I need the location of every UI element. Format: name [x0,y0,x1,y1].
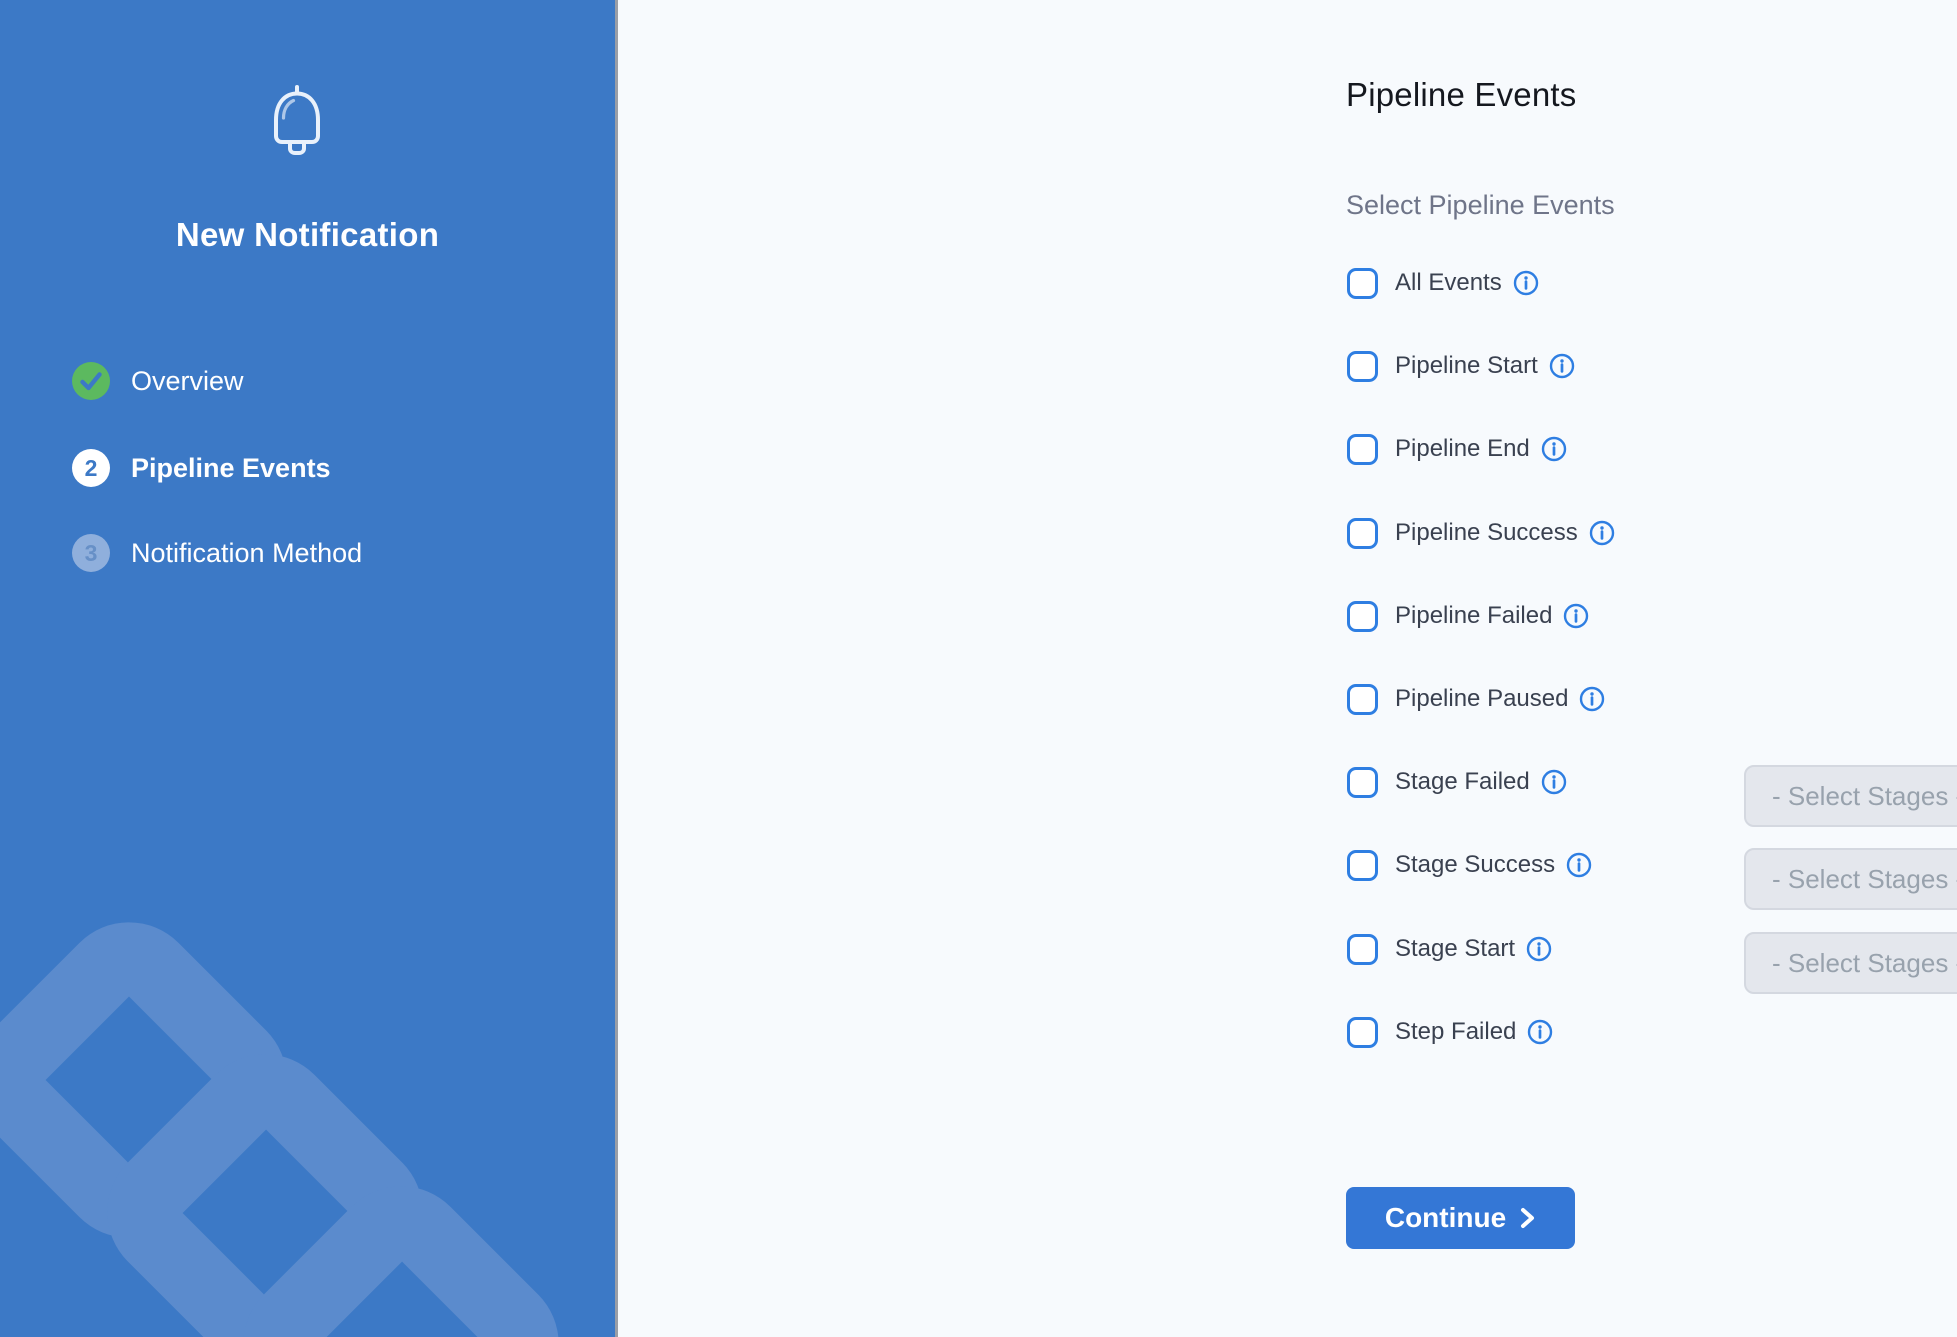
step-notification-method[interactable]: 3 Notification Method [72,534,362,572]
event-label: Stage Failed [1395,768,1530,796]
stage-start-info-icon[interactable] [1526,936,1552,962]
event-row-all-events: All Events [1347,267,1539,299]
info-icon [1566,852,1592,878]
sidebar: New Notification Overview2Pipeline Event… [0,0,615,1337]
event-row-stage-failed: Stage Failed [1347,766,1567,798]
info-icon [1589,520,1615,546]
chevron-right-icon [1519,1206,1536,1230]
event-label: Pipeline Start [1395,352,1538,380]
event-row-pipeline-start: Pipeline Start [1347,350,1575,382]
info-icon [1526,936,1552,962]
stage-failed-info-icon[interactable] [1541,769,1567,795]
step-overview[interactable]: Overview [72,362,244,400]
info-icon [1527,1019,1553,1045]
event-label: All Events [1395,269,1502,297]
info-icon [1541,769,1567,795]
stage-failed-select-stages-dropdown[interactable]: - Select Stages - [1744,765,1957,827]
new-notification-modal: New Notification Overview2Pipeline Event… [0,0,1957,1337]
section-subtitle: Select Pipeline Events [1346,190,1615,221]
step-done-badge [72,362,110,400]
info-icon [1579,686,1605,712]
pipeline-success-checkbox[interactable] [1347,518,1378,549]
event-label: Stage Success [1395,851,1555,879]
info-icon [1513,270,1539,296]
stage-failed-checkbox[interactable] [1347,767,1378,798]
step-label: Notification Method [131,538,362,569]
page-title: Pipeline Events [1346,76,1576,114]
continue-label: Continue [1385,1202,1506,1234]
pipeline-success-info-icon[interactable] [1589,520,1615,546]
info-icon [1563,603,1589,629]
event-row-pipeline-end: Pipeline End [1347,433,1567,465]
event-row-pipeline-failed: Pipeline Failed [1347,600,1589,632]
pipeline-failed-checkbox[interactable] [1347,601,1378,632]
stage-success-info-icon[interactable] [1566,852,1592,878]
event-label: Pipeline Failed [1395,602,1552,630]
step-pipeline-events[interactable]: 2 Pipeline Events [72,449,331,487]
stage-success-select-stages-dropdown[interactable]: - Select Stages - [1744,848,1957,910]
event-row-step-failed: Step Failed [1347,1016,1553,1048]
event-label: Pipeline Paused [1395,685,1568,713]
check-icon [79,371,103,392]
step-failed-checkbox[interactable] [1347,1017,1378,1048]
content-panel: Pipeline Events Select Pipeline Events A… [618,0,1957,1337]
event-label: Step Failed [1395,1018,1516,1046]
step-label: Overview [131,366,244,397]
info-icon [1541,436,1567,462]
pipeline-paused-checkbox[interactable] [1347,684,1378,715]
stage-start-checkbox[interactable] [1347,934,1378,965]
continue-button[interactable]: Continue [1346,1187,1575,1249]
step-label: Pipeline Events [131,453,331,484]
pipeline-end-info-icon[interactable] [1541,436,1567,462]
pipeline-paused-info-icon[interactable] [1579,686,1605,712]
pipeline-failed-info-icon[interactable] [1563,603,1589,629]
info-icon [1549,353,1575,379]
step-failed-info-icon[interactable] [1527,1019,1553,1045]
event-row-stage-success: Stage Success [1347,849,1592,881]
event-label: Pipeline Success [1395,519,1578,547]
wizard-steps: Overview 2 Pipeline Events 3 Notification Me… [0,0,615,1337]
pipeline-start-checkbox[interactable] [1347,351,1378,382]
stage-success-checkbox[interactable] [1347,850,1378,881]
all-events-checkbox[interactable] [1347,268,1378,299]
event-row-stage-start: Stage Start [1347,933,1552,965]
step-number-badge: 3 [72,534,110,572]
all-events-info-icon[interactable] [1513,270,1539,296]
event-row-pipeline-paused: Pipeline Paused [1347,683,1605,715]
step-number-badge: 2 [72,449,110,487]
event-label: Pipeline End [1395,435,1530,463]
stage-start-select-stages-dropdown[interactable]: - Select Stages - [1744,932,1957,994]
pipeline-start-info-icon[interactable] [1549,353,1575,379]
pipeline-end-checkbox[interactable] [1347,434,1378,465]
event-label: Stage Start [1395,935,1515,963]
event-row-pipeline-success: Pipeline Success [1347,517,1615,549]
